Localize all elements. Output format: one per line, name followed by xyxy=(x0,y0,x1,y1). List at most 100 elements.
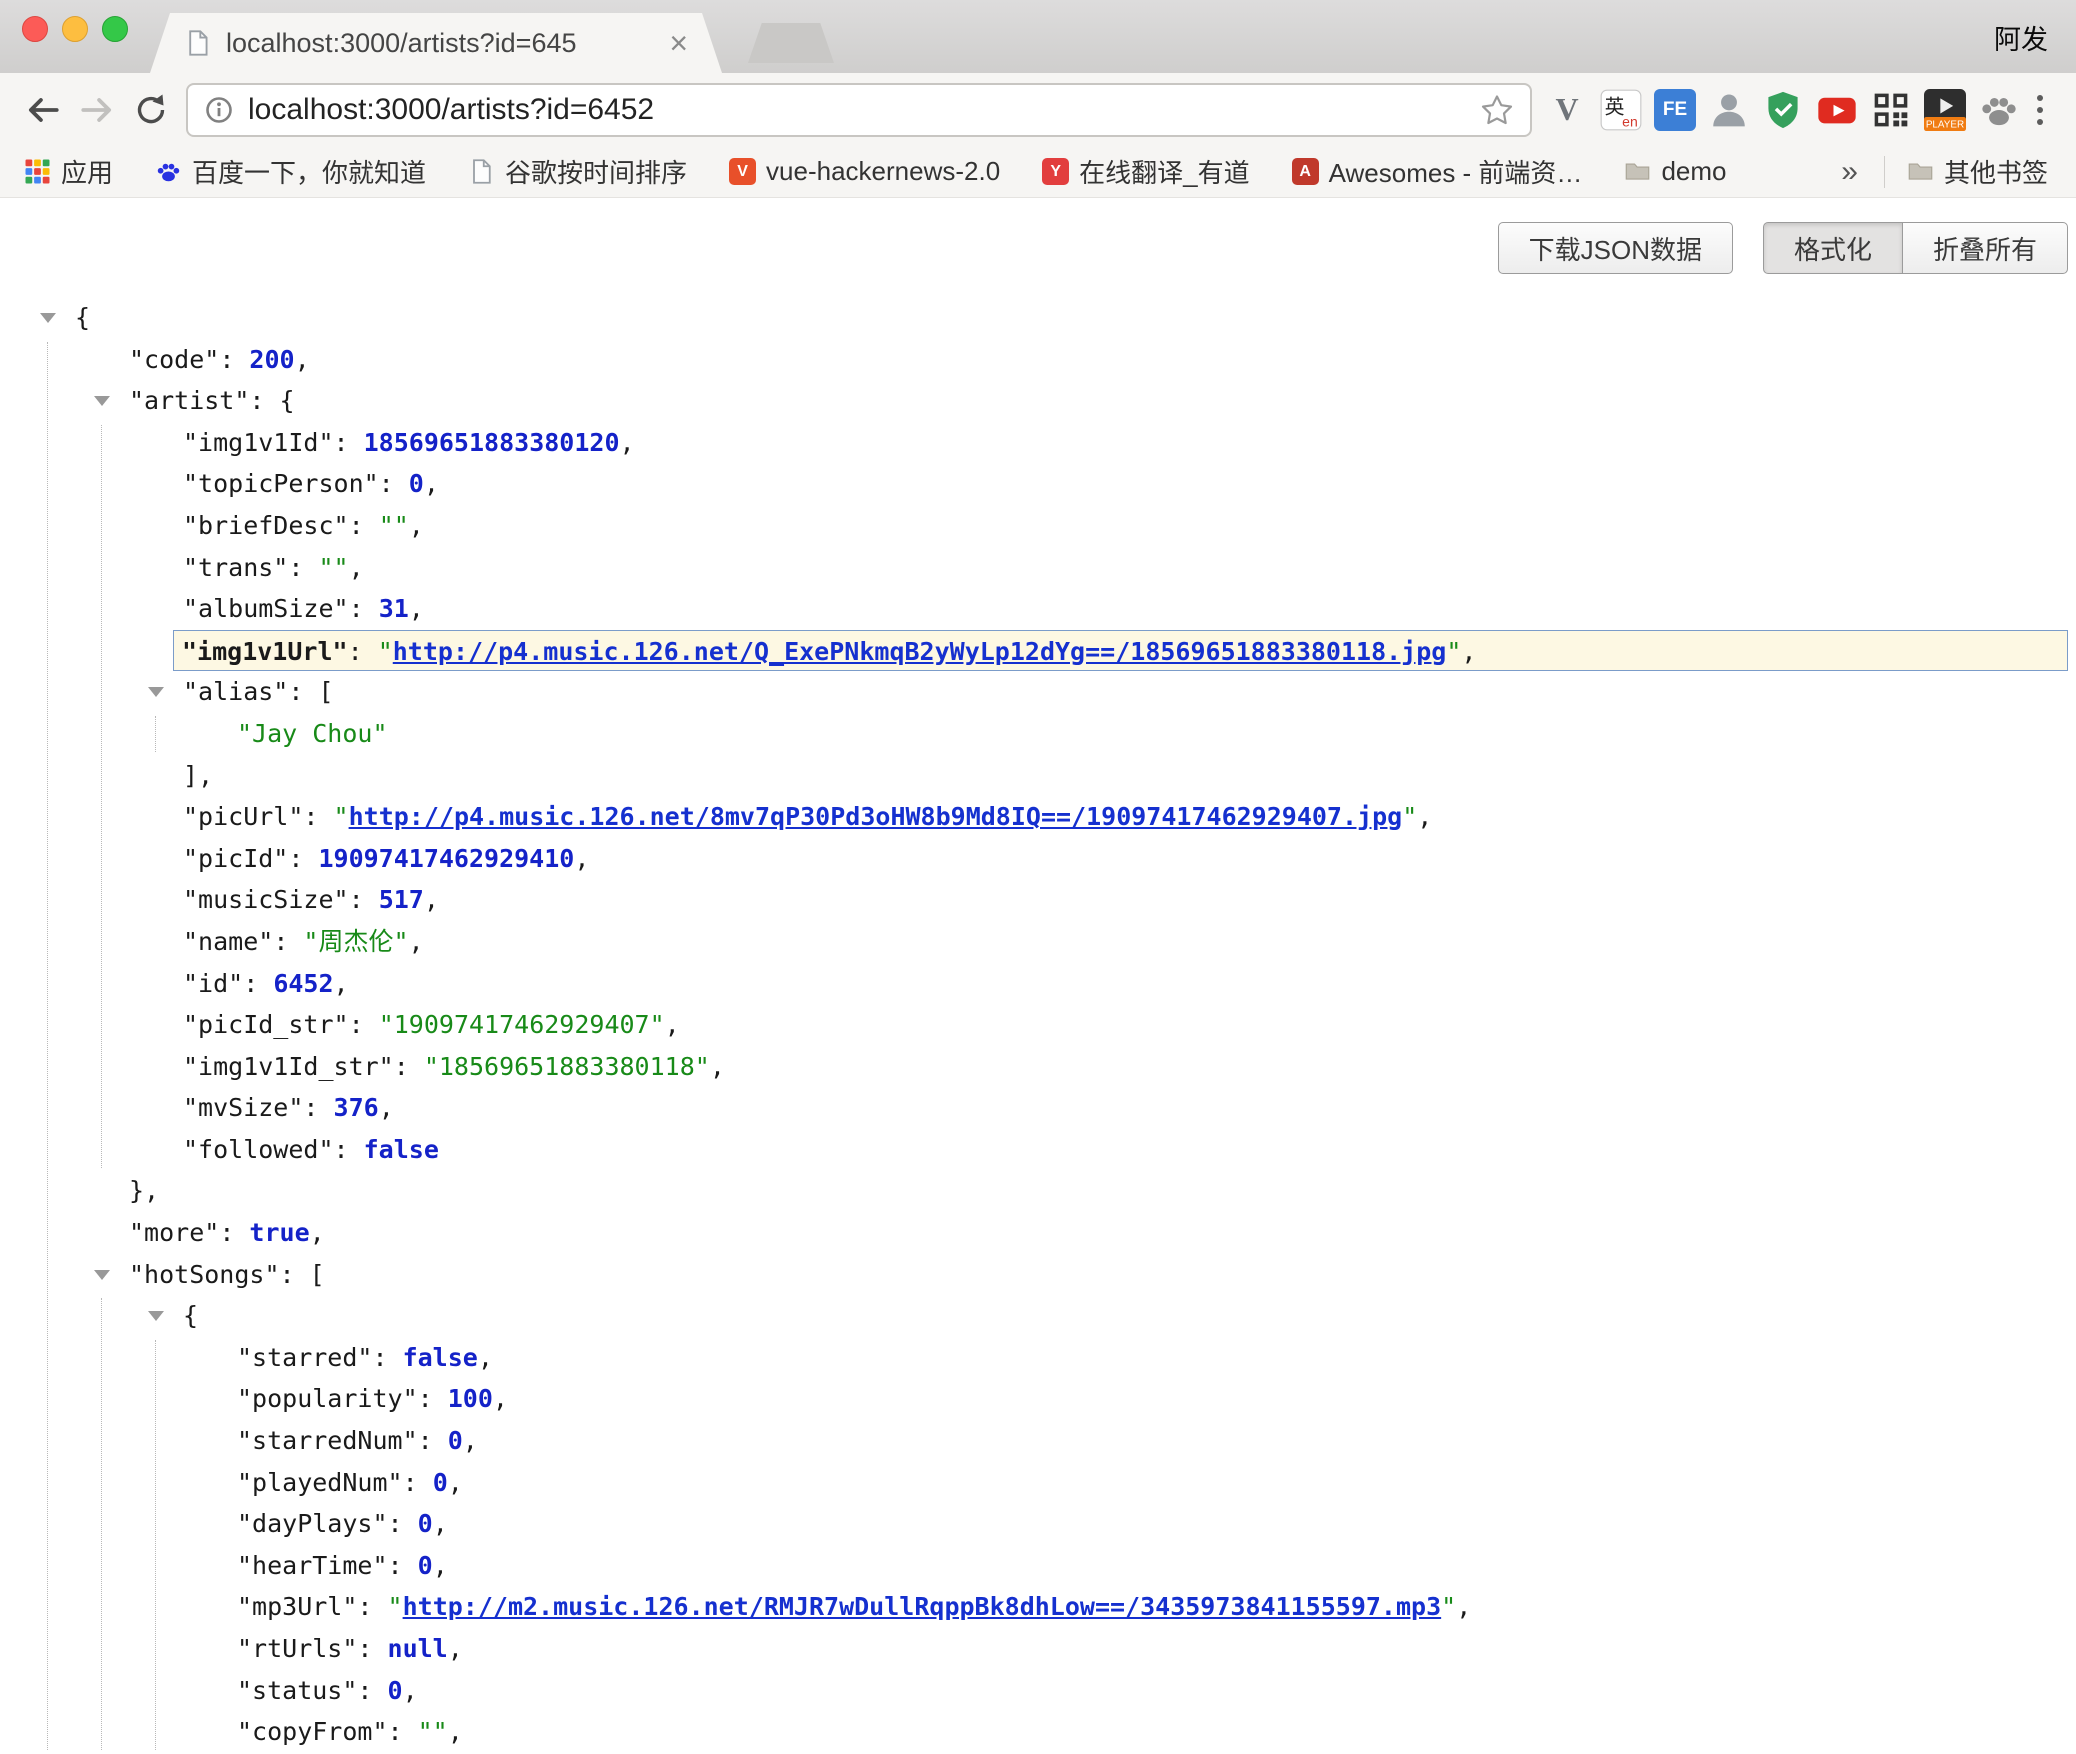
address-bar[interactable]: localhost:3000/artists?id=6452 xyxy=(186,83,1532,137)
player-extension-icon[interactable]: PLAYER xyxy=(1924,89,1966,131)
other-bookmarks-folder[interactable]: 其他书签 xyxy=(1907,153,2048,190)
json-key: "hotSongs" xyxy=(129,1260,280,1289)
json-value: " xyxy=(1402,802,1417,831)
tab-close-icon[interactable]: × xyxy=(669,28,688,58)
json-value: : xyxy=(334,1135,364,1164)
json-key: "rtUrls" xyxy=(237,1634,357,1663)
bookmark-item[interactable]: 应用 xyxy=(24,153,113,190)
json-line: "artist": { xyxy=(0,380,2076,422)
bookmark-star-icon[interactable] xyxy=(1480,93,1514,127)
profile-name[interactable]: 阿发 xyxy=(1994,18,2048,57)
json-value: 6452 xyxy=(273,969,333,998)
person-extension-icon[interactable] xyxy=(1708,89,1750,131)
site-info-icon[interactable] xyxy=(204,95,234,125)
json-value: : xyxy=(403,1468,433,1497)
collapse-arrow-icon[interactable] xyxy=(94,1270,110,1280)
json-line: }, xyxy=(0,1170,2076,1212)
json-value: , xyxy=(448,1634,463,1663)
json-key: "popularity" xyxy=(237,1384,418,1413)
json-url-link[interactable]: http://m2.music.126.net/RMJR7wDullRqppBk… xyxy=(403,1592,1442,1621)
json-value: : { xyxy=(249,386,294,415)
collapse-arrow-icon[interactable] xyxy=(94,396,110,406)
json-key: "img1v1Url" xyxy=(182,637,348,666)
json-value: " xyxy=(388,1592,403,1621)
json-value: "Jay Chou" xyxy=(237,719,388,748)
json-line: { xyxy=(0,297,2076,339)
json-value: : xyxy=(357,1592,387,1621)
json-value: , xyxy=(1417,802,1432,831)
extensions-area: V 英en FE PLAYER xyxy=(1546,89,2020,131)
json-value: 517 xyxy=(379,885,424,914)
browser-menu-icon[interactable] xyxy=(2020,89,2060,131)
json-line: "mvSize": 376, xyxy=(0,1087,2076,1129)
json-value: , xyxy=(310,1218,325,1247)
json-line: "starred": false, xyxy=(0,1337,2076,1379)
collapse-arrow-icon[interactable] xyxy=(40,313,56,323)
json-value: : xyxy=(388,1717,418,1746)
json-line: "more": true, xyxy=(0,1212,2076,1254)
json-line: "albumSize": 31, xyxy=(0,588,2076,630)
json-value: ], xyxy=(183,761,213,790)
json-value: { xyxy=(183,1301,198,1330)
forward-icon[interactable] xyxy=(70,83,124,137)
paw-extension-icon[interactable] xyxy=(1978,89,2020,131)
json-value: " xyxy=(1446,637,1461,666)
back-icon[interactable] xyxy=(16,83,70,137)
qrcode-extension-icon[interactable] xyxy=(1870,89,1912,131)
json-key: "img1v1Id_str" xyxy=(183,1052,394,1081)
json-value: 31 xyxy=(379,594,409,623)
json-line: ], xyxy=(0,755,2076,797)
fe-extension-icon[interactable]: FE xyxy=(1654,89,1696,131)
json-key: "img1v1Id" xyxy=(183,428,334,457)
bookmark-item[interactable]: 百度一下，你就知道 xyxy=(155,153,426,190)
json-value: { xyxy=(75,303,90,332)
json-key: "code" xyxy=(129,345,219,374)
json-value: : xyxy=(219,345,249,374)
json-value: , xyxy=(478,1343,493,1372)
collapse-arrow-icon[interactable] xyxy=(148,1311,164,1321)
json-value: , xyxy=(424,885,439,914)
new-tab-button[interactable] xyxy=(748,23,834,63)
json-key: "hearTime" xyxy=(237,1551,388,1580)
json-line: "img1v1Id": 18569651883380120, xyxy=(0,422,2076,464)
json-line: "picId_str": "19097417462929407", xyxy=(0,1004,2076,1046)
json-key: "picId_str" xyxy=(183,1010,349,1039)
shield-extension-icon[interactable] xyxy=(1762,89,1804,131)
json-url-link[interactable]: http://p4.music.126.net/8mv7qP30Pd3oHW8b… xyxy=(349,802,1403,831)
close-window-button[interactable] xyxy=(22,16,48,42)
json-line: "Jay Chou" xyxy=(0,713,2076,755)
browser-tab[interactable]: localhost:3000/artists?id=645 × xyxy=(150,13,722,73)
bookmark-item[interactable]: 谷歌按时间排序 xyxy=(468,153,687,190)
bookmarks-overflow-chevron[interactable]: » xyxy=(1841,155,1858,189)
json-value: "" xyxy=(318,553,348,582)
json-value: true xyxy=(249,1218,309,1247)
collapse-arrow-icon[interactable] xyxy=(148,687,164,697)
json-value: : xyxy=(334,428,364,457)
translate-en-extension-icon[interactable]: 英en xyxy=(1600,89,1642,131)
json-value: , xyxy=(433,1509,448,1538)
json-value: false xyxy=(403,1343,478,1372)
json-value: : [ xyxy=(280,1260,325,1289)
json-key: "albumSize" xyxy=(183,594,349,623)
url-text[interactable]: localhost:3000/artists?id=6452 xyxy=(248,93,1466,127)
json-line: "hotSongs": [ xyxy=(0,1254,2076,1296)
v-extension-icon[interactable]: V xyxy=(1546,89,1588,131)
json-value: : xyxy=(349,594,379,623)
reload-icon[interactable] xyxy=(124,83,178,137)
video-play-extension-icon[interactable] xyxy=(1816,89,1858,131)
minimize-window-button[interactable] xyxy=(62,16,88,42)
json-value: , xyxy=(1461,637,1476,666)
json-value: , xyxy=(574,844,589,873)
json-url-link[interactable]: http://p4.music.126.net/Q_ExePNkmqB2yWyL… xyxy=(393,637,1447,666)
fullscreen-window-button[interactable] xyxy=(102,16,128,42)
bookmark-item[interactable]: Y在线翻译_有道 xyxy=(1042,153,1249,190)
bookmark-item[interactable]: demo xyxy=(1624,156,1726,187)
json-key: "picId" xyxy=(183,844,288,873)
json-key: "mvSize" xyxy=(183,1093,303,1122)
json-value: : xyxy=(357,1676,387,1705)
bookmark-item[interactable]: Vvue-hackernews-2.0 xyxy=(729,156,1000,187)
bookmark-item[interactable]: AAwesomes - 前端资… xyxy=(1292,153,1583,190)
json-key: "starredNum" xyxy=(237,1426,418,1455)
json-value: : xyxy=(372,1343,402,1372)
json-value: : xyxy=(349,1010,379,1039)
